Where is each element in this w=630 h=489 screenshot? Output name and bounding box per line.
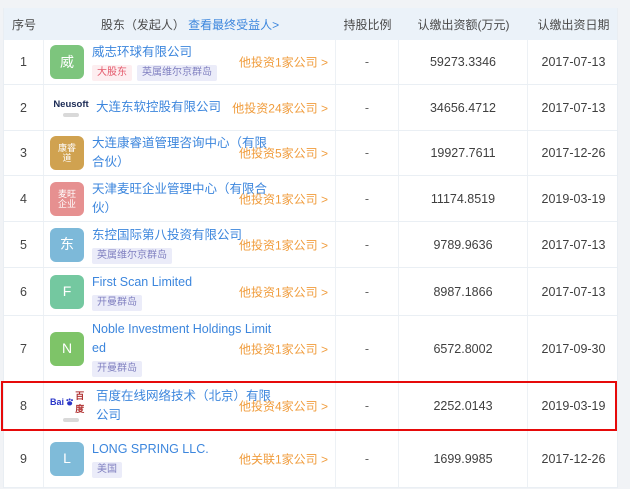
ratio-value: - [336, 176, 399, 221]
ratio-value: - [336, 430, 399, 487]
header-ratio: 持股比例 [343, 17, 392, 32]
row-index: 4 [4, 176, 44, 221]
logo-caption [63, 112, 79, 117]
amount-value: 6572.8002 [399, 316, 528, 381]
shareholder-cell: N Noble Investment Holdings Limited 开曼群岛… [44, 316, 336, 381]
table-row: 5 东 东控国际第八投资有限公司 英属维尔京群岛 他投资1家公司 > - 978… [4, 222, 617, 268]
header-amount: 认缴出资额(万元) [417, 17, 510, 32]
shareholders-table: 序号 股东（发起人） 查看最终受益人> 持股比例 认缴出资额(万元) 认缴出资日… [3, 8, 618, 488]
company-avatar: 威 [50, 45, 84, 79]
invested-companies-link[interactable]: 他投资1家公司 > [239, 190, 328, 207]
paw-icon [66, 398, 73, 406]
ratio-value: - [336, 131, 399, 175]
row-index: 6 [4, 268, 44, 315]
amount-value: 11174.8519 [399, 176, 528, 221]
shareholder-name-link[interactable]: 大连东软控股有限公司 [96, 98, 221, 117]
amount-value: 9789.9636 [399, 222, 528, 267]
shareholder-cell: 威 威志环球有限公司 大股东 英属维尔京群岛 他投资1家公司 > [44, 40, 336, 84]
amount-value: 34656.4712 [399, 85, 528, 130]
row-index: 5 [4, 222, 44, 267]
view-beneficiary-link[interactable]: 查看最终受益人> [188, 18, 279, 32]
invested-companies-link[interactable]: 他投资1家公司 > [239, 340, 328, 357]
amount-value: 19927.7611 [399, 131, 528, 175]
shareholder-cell: L LONG SPRING LLC. 美国 他关联1家公司 > [44, 430, 336, 487]
company-avatar: 康睿 道 [50, 136, 84, 170]
logo-caption [63, 418, 79, 422]
company-avatar: F [50, 274, 84, 309]
table-row: 3 康睿 道 大连康睿道管理咨询中心（有限合伙） 他投资5家公司 > - 199… [4, 131, 617, 176]
company-logo-neusoft: Neusoft [50, 99, 92, 117]
shareholder-name-link[interactable]: 威志环球有限公司 [92, 43, 217, 62]
shareholder-cell: 东 东控国际第八投资有限公司 英属维尔京群岛 他投资1家公司 > [44, 222, 336, 267]
shareholder-cell: 康睿 道 大连康睿道管理咨询中心（有限合伙） 他投资5家公司 > [44, 131, 336, 175]
table-row: 1 威 威志环球有限公司 大股东 英属维尔京群岛 他投资1家公司 > - 592… [4, 40, 617, 85]
shareholder-name-link[interactable]: LONG SPRING LLC. [92, 440, 209, 459]
table-row: 4 麦旺 企业 天津麦旺企业管理中心（有限合伙） 他投资1家公司 > - 111… [4, 176, 617, 222]
header-shareholder: 股东（发起人） 查看最终受益人> [44, 16, 336, 33]
company-avatar: N [50, 331, 84, 366]
row-index: 3 [4, 131, 44, 175]
ratio-value: - [336, 40, 399, 84]
invested-companies-link[interactable]: 他投资1家公司 > [239, 283, 328, 300]
date-value: 2017-07-13 [541, 100, 606, 115]
region-tag: 开曼群岛 [92, 294, 142, 311]
date-value: 2017-09-30 [541, 341, 606, 356]
major-shareholder-tag: 大股东 [92, 65, 132, 81]
date-value: 2019-03-19 [541, 191, 606, 206]
date-value: 2017-07-13 [541, 237, 606, 252]
shareholder-cell: Neusoft 大连东软控股有限公司 他投资24家公司 > [44, 85, 336, 130]
region-tag: 英属维尔京群岛 [137, 65, 217, 81]
row-index: 8 [4, 382, 44, 429]
ratio-value: - [336, 316, 399, 381]
invested-companies-link[interactable]: 他投资4家公司 > [239, 397, 328, 414]
ratio-value: - [336, 222, 399, 267]
invested-companies-link[interactable]: 他投资24家公司 > [232, 99, 328, 116]
company-avatar: L [50, 441, 84, 476]
row-index: 1 [4, 40, 44, 84]
date-value: 2017-07-13 [541, 284, 606, 299]
date-value: 2019-03-19 [541, 398, 606, 413]
company-avatar: 麦旺 企业 [50, 181, 84, 216]
table-row: 2 Neusoft 大连东软控股有限公司 他投资24家公司 > - 34656.… [4, 85, 617, 131]
row-index: 9 [4, 430, 44, 487]
ratio-value: - [336, 85, 399, 130]
table-row: 7 N Noble Investment Holdings Limited 开曼… [4, 316, 617, 382]
company-logo-baidu: Bai 百度 [50, 389, 92, 422]
table-row: 6 F First Scan Limited 开曼群岛 他投资1家公司 > - … [4, 268, 617, 316]
shareholder-cell: F First Scan Limited 开曼群岛 他投资1家公司 > [44, 268, 336, 315]
header-index: 序号 [11, 17, 36, 32]
row-index: 7 [4, 316, 44, 381]
amount-value: 1699.9985 [399, 430, 528, 487]
ratio-value: - [336, 382, 399, 429]
region-tag: 开曼群岛 [92, 361, 142, 377]
row-index: 2 [4, 85, 44, 130]
neusoft-logo-text: Neusoft [53, 98, 89, 110]
date-value: 2017-07-13 [541, 55, 606, 69]
invested-companies-link[interactable]: 他投资1家公司 > [239, 54, 328, 71]
header-shareholder-label: 股东（发起人） [100, 17, 185, 32]
shareholders-page: 序号 股东（发起人） 查看最终受益人> 持股比例 认缴出资额(万元) 认缴出资日… [0, 0, 630, 489]
ratio-value: - [336, 268, 399, 315]
date-value: 2017-12-26 [541, 451, 606, 466]
shareholder-name-link[interactable]: First Scan Limited [92, 273, 192, 292]
company-avatar: 东 [50, 227, 84, 262]
table-row: 9 L LONG SPRING LLC. 美国 他关联1家公司 > - 1699… [4, 430, 617, 488]
amount-value: 8987.1866 [399, 268, 528, 315]
table-header-row: 序号 股东（发起人） 查看最终受益人> 持股比例 认缴出资额(万元) 认缴出资日… [4, 8, 617, 40]
amount-value: 2252.0143 [399, 382, 528, 429]
amount-value: 59273.3346 [399, 40, 528, 84]
shareholder-cell: Bai 百度 百度在线网络技术（北京）有限公司 他投资4家公司 > [44, 382, 336, 429]
region-tag: 美国 [92, 461, 122, 478]
invested-companies-link[interactable]: 他投资5家公司 > [239, 145, 328, 162]
related-companies-link[interactable]: 他关联1家公司 > [239, 450, 328, 467]
baidu-logo-cn-text: 百度 [75, 391, 85, 414]
shareholder-cell: 麦旺 企业 天津麦旺企业管理中心（有限合伙） 他投资1家公司 > [44, 176, 336, 221]
date-value: 2017-12-26 [541, 146, 606, 160]
shareholder-name-link[interactable]: 东控国际第八投资有限公司 [92, 226, 242, 245]
baidu-logo-text: Bai [50, 397, 65, 407]
header-date: 认缴出资日期 [537, 17, 610, 32]
table-row-highlighted: 8 Bai 百度 百度在线网络技术（北京）有限公司 他投资4家公司 > - 22… [4, 382, 617, 430]
region-tag: 英属维尔京群岛 [92, 247, 172, 264]
invested-companies-link[interactable]: 他投资1家公司 > [239, 236, 328, 253]
